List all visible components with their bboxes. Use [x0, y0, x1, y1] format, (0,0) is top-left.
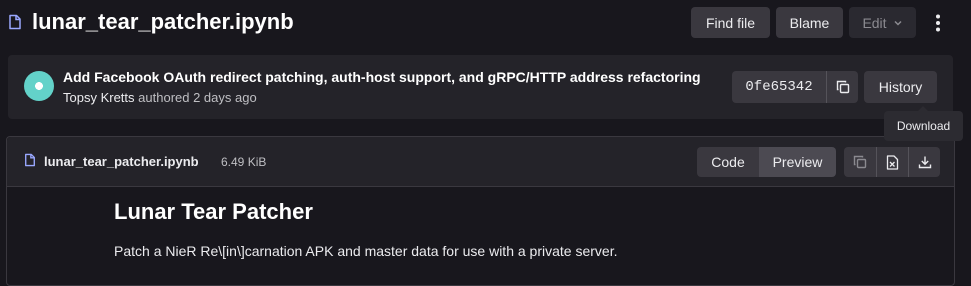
find-file-button[interactable]: Find file [691, 7, 770, 38]
download-button[interactable] [908, 147, 940, 177]
code-view-button[interactable]: Code [697, 147, 759, 177]
blame-button[interactable]: Blame [776, 7, 843, 38]
file-panel: lunar_tear_patcher.ipynb 6.49 KiB Code P… [6, 136, 955, 286]
notebook-heading: Lunar Tear Patcher [114, 199, 313, 224]
avatar[interactable] [24, 71, 54, 101]
edit-dropdown-button[interactable]: Edit [849, 7, 916, 38]
preview-view-button[interactable]: Preview [759, 147, 836, 177]
copy-contents-button[interactable] [844, 147, 876, 177]
notebook-paragraph: Patch a NieR Re\[in\]carnation APK and m… [114, 243, 618, 259]
file-icon [8, 14, 22, 30]
commit-sha[interactable]: 0fe65342 [732, 71, 826, 103]
page-title-row: lunar_tear_patcher.ipynb [8, 7, 294, 37]
chevron-down-icon [893, 18, 903, 28]
last-commit-bar: Add Facebook OAuth redirect patching, au… [8, 55, 953, 119]
file-size: 6.49 KiB [221, 155, 267, 169]
commit-authored-time: authored 2 days ago [138, 90, 257, 105]
file-header: lunar_tear_patcher.ipynb 6.49 KiB Code P… [7, 137, 954, 187]
open-raw-button[interactable] [876, 147, 908, 177]
open-raw-icon [886, 154, 899, 170]
download-icon [918, 155, 932, 169]
page-title: lunar_tear_patcher.ipynb [32, 9, 294, 34]
download-tooltip: Download [884, 106, 963, 141]
file-name: lunar_tear_patcher.ipynb [44, 154, 199, 169]
kebab-menu-icon[interactable] [928, 12, 948, 34]
edit-label: Edit [862, 14, 887, 31]
copy-sha-button[interactable] [826, 71, 858, 103]
commit-author-link[interactable]: Topsy Kretts [63, 90, 135, 105]
commit-message-link[interactable]: Add Facebook OAuth redirect patching, au… [63, 69, 701, 85]
copy-icon [853, 155, 867, 169]
commit-meta: Topsy Kretts authored 2 days ago [63, 90, 257, 105]
copy-icon [836, 80, 850, 94]
file-icon [24, 153, 36, 167]
history-button[interactable]: History [864, 71, 937, 103]
